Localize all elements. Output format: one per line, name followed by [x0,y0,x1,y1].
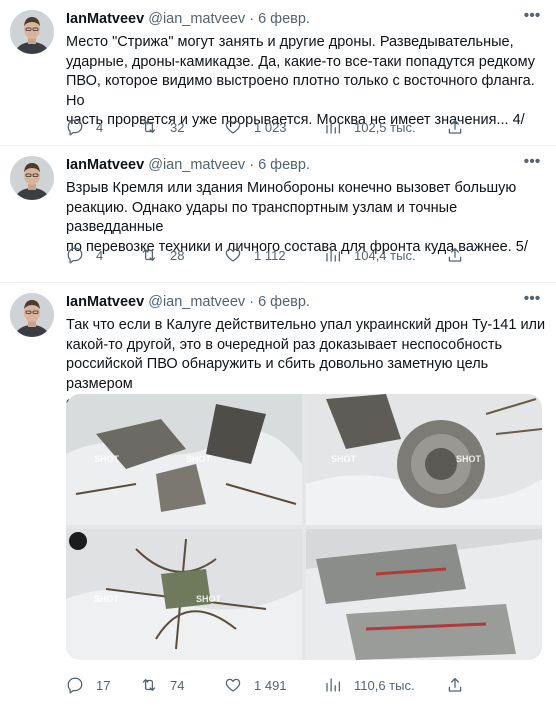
views-count: 104,4 тыс. [354,247,416,263]
avatar[interactable] [10,156,54,200]
heart-icon [225,248,241,262]
retweet-count: 74 [170,677,185,693]
more-icon: ••• [523,153,541,170]
share-button[interactable] [446,244,464,266]
more-icon: ••• [523,7,541,24]
watermark-label: SHOT [456,454,482,464]
share-icon [448,119,462,134]
action-bar: 17 74 1 491 110,6 тыс. [66,674,546,696]
avatar-image [10,10,54,54]
tweet[interactable]: IanMatveev @ian_matveev · 6 февр. ••• Ме… [0,0,556,146]
views-button[interactable]: 110,6 тыс. [324,674,415,696]
more-button[interactable]: ••• [520,154,544,174]
watermark-label: SHOT [186,454,212,464]
views-icon [326,248,341,262]
heart-icon [225,120,241,134]
separator: · [249,11,255,27]
media-grid[interactable]: SHOT SHOT SHOT SHOT SHOT SHOT [66,394,542,660]
like-button[interactable]: 1 023 [224,116,287,138]
author-name[interactable]: IanMatveev [66,157,144,173]
retweet-count: 28 [170,247,185,263]
watermark-label: SHOT [331,454,357,464]
timestamp[interactable]: 6 февр. [258,294,310,310]
tweet[interactable]: IanMatveev @ian_matveev · 6 февр. ••• Вз… [0,146,556,283]
tweet-header: IanMatveev @ian_matveev · 6 февр. [66,292,516,312]
more-button[interactable]: ••• [520,291,544,311]
author-name[interactable]: IanMatveev [66,11,144,27]
tweet[interactable]: IanMatveev @ian_matveev · 6 февр. ••• Та… [0,283,556,706]
reply-count: 4 [96,247,104,263]
tweet-header: IanMatveev @ian_matveev · 6 февр. [66,9,516,29]
reply-button[interactable]: 17 [66,674,110,696]
author-handle[interactable]: @ian_matveev [148,294,245,310]
views-count: 102,5 тыс. [354,119,416,135]
share-button[interactable] [446,674,464,696]
share-button[interactable] [446,116,464,138]
views-icon [326,120,341,134]
retweet-button[interactable]: 32 [140,116,184,138]
retweet-icon [142,121,156,133]
reply-count: 4 [96,119,104,135]
more-button[interactable]: ••• [520,8,544,28]
reply-icon [67,247,83,264]
more-icon: ••• [523,290,541,307]
timestamp[interactable]: 6 февр. [258,11,310,27]
author-handle[interactable]: @ian_matveev [148,157,245,173]
action-bar: 4 32 1 023 102,5 тыс. [66,116,546,138]
reply-button[interactable]: 4 [66,244,103,266]
avatar-image [10,156,54,200]
author-name[interactable]: IanMatveev [66,294,144,310]
watermark-label: SHOT [196,594,222,604]
views-button[interactable]: 102,5 тыс. [324,116,416,138]
like-count: 1 112 [254,247,286,263]
retweet-icon [142,249,156,261]
retweet-button[interactable]: 74 [140,674,184,696]
like-count: 1 023 [254,119,287,135]
views-count: 110,6 тыс. [354,677,415,693]
like-button[interactable]: 1 112 [224,244,286,266]
tweet-header: IanMatveev @ian_matveev · 6 февр. [66,155,516,175]
reply-count: 17 [96,677,111,693]
reply-button[interactable]: 4 [66,116,103,138]
heart-icon [225,678,241,692]
photo-marked-panel[interactable] [306,529,542,660]
separator: · [249,294,255,310]
avatar[interactable] [10,293,54,337]
views-button[interactable]: 104,4 тыс. [324,244,416,266]
action-bar: 4 28 1 112 104,4 тыс. [66,244,546,266]
watermark-label: SHOT [94,594,120,604]
separator: · [249,157,255,173]
retweet-button[interactable]: 28 [140,244,184,266]
retweet-icon [142,679,156,691]
watermark-label: SHOT [94,454,120,464]
share-icon [448,247,462,262]
author-handle[interactable]: @ian_matveev [148,11,245,27]
like-count: 1 491 [254,677,287,693]
share-icon [448,677,462,692]
reply-icon [67,677,83,694]
avatar[interactable] [10,10,54,54]
avatar-image [10,293,54,337]
reply-icon [67,119,83,136]
retweet-count: 32 [170,119,185,135]
timestamp[interactable]: 6 февр. [258,157,310,173]
like-button[interactable]: 1 491 [224,674,287,696]
views-icon [326,678,341,692]
